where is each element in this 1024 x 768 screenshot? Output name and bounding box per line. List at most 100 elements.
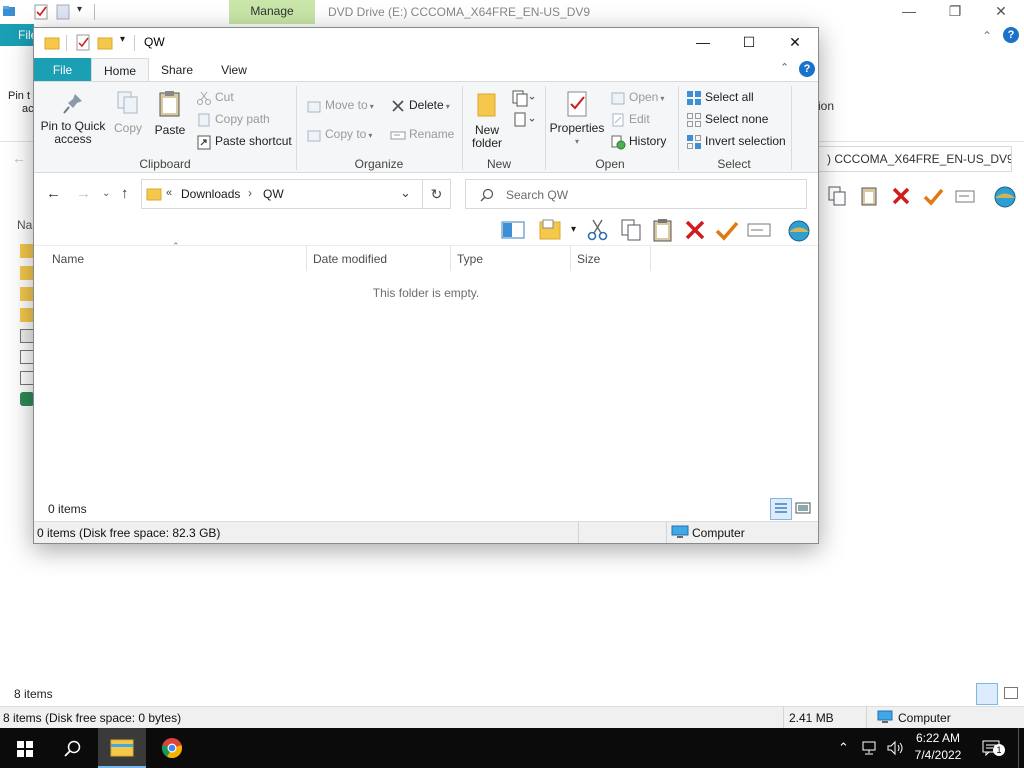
select-all-button[interactable]: Select all	[686, 87, 754, 107]
globe-icon[interactable]	[992, 184, 1018, 208]
properties-button[interactable]: Properties ▾	[549, 88, 605, 150]
search-taskbar-button[interactable]	[48, 728, 96, 768]
breadcrumb-qw[interactable]: QW	[263, 187, 284, 201]
clock-time[interactable]: 6:22 AM	[908, 731, 968, 745]
rename-icon[interactable]	[954, 185, 976, 207]
bg-collapse-ribbon-icon[interactable]: ⌃	[982, 29, 992, 43]
recent-locations-icon[interactable]: ⌄	[102, 188, 110, 199]
address-dropdown-icon[interactable]: ⌄	[400, 185, 411, 201]
search-box[interactable]: Search QW	[465, 179, 807, 209]
clock-date[interactable]: 7/4/2022	[908, 748, 968, 762]
paste-icon[interactable]	[651, 218, 675, 242]
address-bar[interactable]: « Downloads › QW ⌄	[141, 179, 423, 209]
easy-access-button[interactable]	[511, 110, 537, 130]
properties-icon[interactable]	[34, 4, 48, 20]
pin-to-quick-access-button[interactable]: Pin to Quick access	[40, 88, 106, 148]
details-view-icon[interactable]	[770, 498, 792, 520]
bg-address-bar[interactable]: ) CCCOMA_X64FRE_EN-US_DV9	[818, 146, 1012, 172]
column-separator[interactable]	[450, 245, 451, 271]
column-separator[interactable]	[570, 245, 571, 271]
refresh-icon[interactable]: ↻	[423, 179, 451, 209]
tab-share[interactable]: Share	[149, 58, 205, 82]
file-explorer-taskbar-button[interactable]	[98, 728, 146, 768]
invert-selection-button[interactable]: Invert selection	[686, 131, 786, 151]
paste-shortcut-button[interactable]: Paste shortcut	[196, 131, 292, 151]
bg-back-icon[interactable]: ←	[12, 150, 26, 166]
folder-icon[interactable]	[20, 308, 34, 322]
folder-options-dropdown-icon[interactable]: ▾	[571, 224, 576, 235]
preview-pane-icon[interactable]	[501, 218, 525, 242]
tab-home[interactable]: Home	[91, 58, 149, 82]
copy-button[interactable]: Copy	[110, 88, 146, 148]
folder-icon[interactable]	[20, 266, 34, 280]
copy-icon[interactable]	[826, 185, 848, 207]
edit-button[interactable]: Edit	[610, 109, 650, 129]
checkmark-icon[interactable]	[715, 218, 739, 242]
paste-icon[interactable]	[858, 185, 880, 207]
globe-icon[interactable]	[786, 218, 812, 242]
show-hidden-icons-icon[interactable]: ⌃	[838, 740, 849, 756]
history-button[interactable]: History	[610, 131, 666, 151]
minimize-button[interactable]: —	[680, 28, 726, 58]
rename-button[interactable]: Rename	[390, 124, 454, 144]
new-folder-icon[interactable]	[56, 4, 70, 20]
collapse-ribbon-icon[interactable]: ⌃	[780, 61, 789, 74]
title-bar[interactable]: ▾ QW — ☐ ✕	[34, 28, 818, 58]
delete-icon[interactable]	[683, 218, 707, 242]
notifications-button[interactable]: 1	[982, 738, 1006, 758]
show-desktop-button[interactable]	[1018, 728, 1024, 768]
folder-icon[interactable]	[20, 244, 34, 258]
chrome-taskbar-button[interactable]	[148, 728, 196, 768]
column-date-modified[interactable]: Date modified	[313, 252, 387, 266]
new-item-button[interactable]	[511, 88, 537, 108]
quick-access-dropdown-icon[interactable]: ▾	[120, 34, 125, 45]
quick-access-dropdown-icon[interactable]: ▾	[77, 4, 82, 15]
new-folder-button[interactable]: New folder	[467, 88, 507, 150]
cut-button[interactable]: Cut	[196, 87, 234, 107]
bg-name-column-header[interactable]: Na	[17, 218, 32, 232]
network-icon[interactable]	[862, 741, 880, 755]
tab-view[interactable]: View	[205, 58, 263, 82]
new-folder-icon[interactable]	[97, 35, 113, 51]
copy-path-button[interactable]: Copy path	[196, 109, 270, 129]
copy-icon[interactable]	[619, 218, 643, 242]
tiles-view-icon[interactable]	[1004, 687, 1018, 699]
rename-icon[interactable]	[747, 218, 771, 242]
volume-icon[interactable]	[886, 740, 904, 756]
breadcrumb-separator[interactable]: ›	[248, 186, 252, 200]
settings-file-icon[interactable]	[20, 329, 34, 343]
bg-file-tab[interactable]: File	[0, 24, 37, 46]
forward-icon[interactable]: →	[76, 185, 91, 202]
paste-button[interactable]: Paste	[152, 88, 188, 148]
select-none-button[interactable]: Select none	[686, 109, 768, 129]
bg-close-button[interactable]: ✕	[978, 0, 1024, 24]
delete-button[interactable]: Delete ▾	[390, 95, 450, 115]
back-icon[interactable]: ←	[46, 185, 61, 202]
checkmark-icon[interactable]	[922, 185, 944, 207]
column-type[interactable]: Type	[457, 252, 483, 266]
setup-icon[interactable]	[20, 392, 34, 406]
column-separator[interactable]	[650, 245, 651, 271]
overflow-chevron-icon[interactable]: «	[166, 187, 172, 199]
folder-icon[interactable]	[20, 287, 34, 301]
column-size[interactable]: Size	[577, 252, 600, 266]
copy-to-button[interactable]: Copy to ▾	[306, 124, 372, 144]
tab-file[interactable]: File	[34, 58, 91, 82]
delete-icon[interactable]	[890, 185, 912, 207]
start-button[interactable]	[0, 728, 48, 768]
file-icon[interactable]	[20, 350, 34, 364]
column-name[interactable]: Name	[52, 252, 84, 266]
bg-help-icon[interactable]: ?	[1003, 27, 1019, 43]
open-button[interactable]: Open ▾	[610, 87, 664, 107]
move-to-button[interactable]: Move to ▾	[306, 95, 374, 115]
details-view-icon[interactable]	[976, 683, 998, 705]
manage-tab[interactable]: Manage	[229, 0, 315, 24]
large-icons-view-icon[interactable]	[795, 500, 811, 516]
folder-options-icon[interactable]	[539, 218, 563, 242]
up-icon[interactable]: ↑	[121, 185, 129, 202]
bg-maximize-button[interactable]: ❐	[932, 0, 978, 24]
help-icon[interactable]: ?	[799, 61, 815, 77]
maximize-button[interactable]: ☐	[726, 28, 772, 58]
cut-icon[interactable]	[586, 218, 610, 242]
file-icon[interactable]	[20, 371, 34, 385]
